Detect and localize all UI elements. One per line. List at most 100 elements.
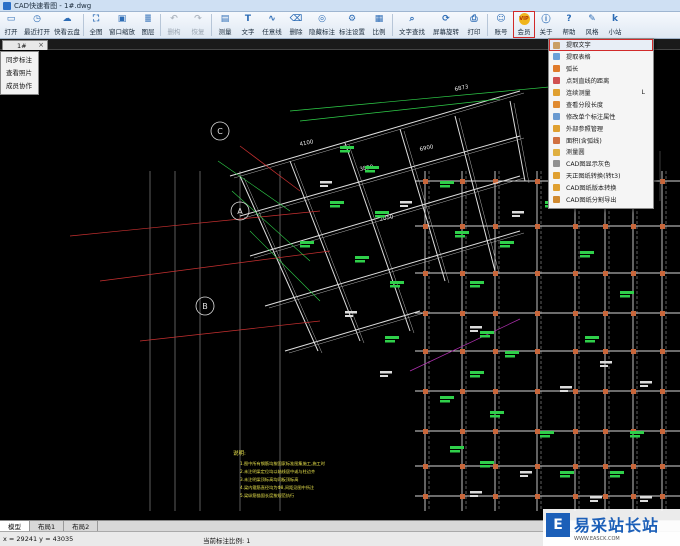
- freeline-icon: ∿: [268, 13, 276, 24]
- rebar-label: [505, 351, 519, 354]
- toolbar-button-ruler[interactable]: ▤ 测量: [213, 11, 237, 38]
- toolbar-button-folder-open[interactable]: ▭ 打开: [0, 11, 22, 38]
- beam-edge-line: [403, 130, 450, 284]
- rebar-label: [455, 231, 469, 234]
- document-tab[interactable]: 1# ×: [2, 40, 48, 50]
- vip-menu-item[interactable]: 连续测量 L: [549, 87, 653, 99]
- toolbar-button-text[interactable]: T 文字: [237, 11, 259, 38]
- toolbar-button-vip[interactable]: VIP 会员: [513, 11, 535, 38]
- axis-line: [409, 318, 521, 372]
- column-mark: [660, 271, 665, 276]
- rebar-label: [540, 435, 550, 438]
- toolbar-button-redo[interactable]: ↷ 恢复: [186, 11, 210, 38]
- toolbar-button-eraser[interactable]: ⌫ 删除: [285, 11, 307, 38]
- vip-menu-item[interactable]: 外部参照管理: [549, 122, 653, 134]
- rebar-label: [480, 335, 490, 338]
- rebar-label: [620, 291, 634, 294]
- vip-menu-item[interactable]: 修改单个标注属性: [549, 110, 653, 122]
- annotation-label: [320, 181, 332, 184]
- member-collab-item[interactable]: 成员协作: [1, 78, 38, 91]
- toolbar-button-text-search[interactable]: ⌕ 文字查找: [394, 11, 430, 38]
- toolbar-button-label: 小站: [608, 28, 622, 36]
- column-mark: [460, 179, 465, 184]
- toolbar-button-clock[interactable]: ◷ 最近打开: [22, 11, 52, 38]
- menu-item-icon: [553, 53, 560, 61]
- rebar-label: [390, 285, 400, 288]
- toolbar-button-annotation-settings[interactable]: ⚙ 标注设置: [337, 11, 367, 38]
- toolbar-button-print[interactable]: ⎙ 打印: [462, 11, 486, 38]
- column-mark: [660, 224, 665, 229]
- vip-menu-item[interactable]: CAD图纸分割导出: [549, 194, 653, 206]
- text-search-icon: ⌕: [409, 13, 415, 24]
- column-mark: [603, 464, 608, 469]
- text-icon: T: [244, 13, 252, 24]
- vip-menu-item[interactable]: 天正图纸转换(转t3): [549, 170, 653, 182]
- rebar-label: [300, 245, 310, 248]
- toolbar-button-fullscreen[interactable]: ⛶ 全图: [85, 11, 107, 38]
- close-icon[interactable]: ×: [38, 41, 44, 49]
- toolbar-button-style[interactable]: ✎ 风格: [581, 11, 603, 38]
- toolbar-button-label: 打印: [467, 28, 481, 36]
- vip-menu-item[interactable]: CAD图显示灰色: [549, 158, 653, 170]
- coordinate-readout: x = 29241 y = 43035: [3, 535, 74, 543]
- toolbar-button-label: 窗口缩放: [109, 28, 135, 36]
- toolbar-button-eye-hide[interactable]: ◎ 隐藏标注: [307, 11, 337, 38]
- annotation-label: [600, 361, 612, 364]
- toolbar-button-info[interactable]: ⓘ 关于: [535, 11, 557, 38]
- vip-menu-item[interactable]: 提取表格: [549, 51, 653, 63]
- annotation-label: [590, 496, 602, 499]
- annotation-label: [400, 205, 408, 207]
- annotation-label: [600, 365, 608, 367]
- rebar-label: [580, 251, 594, 254]
- axis-line: [239, 145, 301, 192]
- vip-menu-item[interactable]: CAD图纸版本转换: [549, 182, 653, 194]
- toolbar-button-rotate[interactable]: ⟳ 屏幕旋转: [430, 11, 462, 38]
- vip-menu-item[interactable]: 点到直线的距离: [549, 75, 653, 87]
- rebar-label: [610, 475, 620, 478]
- menu-item-icon: [553, 65, 560, 73]
- annotation-label: [512, 215, 520, 217]
- column-mark: [423, 179, 428, 184]
- column-mark: [535, 311, 540, 316]
- annotation-label: [640, 385, 648, 387]
- k-logo-icon: k: [612, 13, 618, 24]
- tab-model[interactable]: 模型: [0, 521, 30, 531]
- menu-item-label: 修改单个标注属性: [566, 113, 616, 121]
- vip-menu-item[interactable]: 面积(含弧线): [549, 134, 653, 146]
- toolbar-button-zoom-window[interactable]: ▣ 窗口缩放: [107, 11, 137, 38]
- toolbar-button-cloud[interactable]: ☁ 快看云盘: [52, 11, 82, 38]
- column-mark: [573, 311, 578, 316]
- toolbar-button-label: 快看云盘: [54, 28, 80, 36]
- column-mark: [535, 464, 540, 469]
- rebar-label: [450, 450, 460, 453]
- sync-annotation-item[interactable]: 同步标注: [1, 52, 38, 65]
- rebar-label: [355, 260, 365, 263]
- eye-hide-icon: ◎: [318, 13, 326, 24]
- rebar-label: [560, 475, 570, 478]
- column-mark: [493, 389, 498, 394]
- toolbar-button-freeline[interactable]: ∿ 任意线: [259, 11, 285, 38]
- column-mark: [460, 224, 465, 229]
- column-mark: [660, 429, 665, 434]
- vip-menu-item[interactable]: 查看分段长度: [549, 98, 653, 110]
- rebar-label: [630, 431, 644, 434]
- toolbar-button-help[interactable]: ? 帮助: [557, 11, 581, 38]
- column-mark: [631, 389, 636, 394]
- annotation-label: [470, 491, 482, 494]
- vip-menu-item[interactable]: 测量圆: [549, 146, 653, 158]
- grid-bubble-label: C: [217, 127, 223, 136]
- menu-item-label: 外部参照管理: [566, 125, 604, 133]
- toolbar-button-user[interactable]: ☺ 账号: [489, 11, 513, 38]
- tab-layout1[interactable]: 布局1: [30, 521, 65, 531]
- toolbar-button-layers[interactable]: ≣ 图层: [137, 11, 159, 38]
- toolbar-button-k-logo[interactable]: k 小站: [603, 11, 627, 38]
- toolbar-button-undo[interactable]: ↶ 删构: [162, 11, 186, 38]
- dimension-text: 6900: [419, 144, 434, 153]
- annotation-label: [470, 326, 482, 329]
- column-mark: [603, 349, 608, 354]
- view-photos-item[interactable]: 查看照片: [1, 65, 38, 78]
- toolbar-button-scale[interactable]: ▦ 比例: [367, 11, 391, 38]
- tab-layout2[interactable]: 布局2: [64, 521, 99, 531]
- vip-menu-item[interactable]: 弧长: [549, 63, 653, 75]
- vip-menu-item[interactable]: 提取文字: [549, 39, 653, 51]
